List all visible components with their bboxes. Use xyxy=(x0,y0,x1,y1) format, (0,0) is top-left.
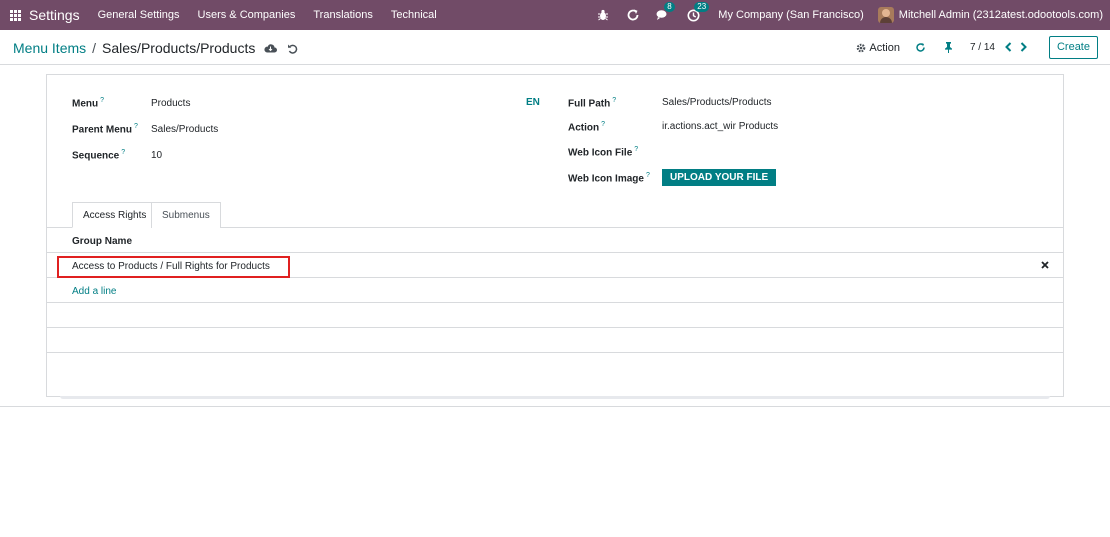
debug-bug-icon[interactable] xyxy=(594,6,612,24)
action-menu-button[interactable]: Action xyxy=(856,42,900,54)
breadcrumb-menu-items[interactable]: Menu Items xyxy=(13,40,86,56)
menu-users-companies[interactable]: Users & Companies xyxy=(198,9,296,21)
add-a-line-link[interactable]: Add a line xyxy=(72,286,116,297)
pager-value[interactable]: 7 / 14 xyxy=(970,42,995,53)
content-divider xyxy=(0,406,1110,407)
language-button[interactable]: EN xyxy=(526,97,540,108)
menu-input[interactable]: Products xyxy=(151,98,190,109)
refresh-icon[interactable] xyxy=(624,6,642,24)
save-cloud-icon[interactable] xyxy=(263,41,277,55)
menu-label: Menu? xyxy=(72,97,105,110)
tab-submenus[interactable]: Submenus xyxy=(151,202,221,228)
messages-count-badge: 8 xyxy=(664,2,675,12)
activities-count-badge: 23 xyxy=(694,2,710,12)
menu-translations[interactable]: Translations xyxy=(313,9,373,21)
pager-previous-chevron-icon[interactable] xyxy=(1005,40,1012,55)
highlight-annotation-box xyxy=(57,256,290,278)
app-brand[interactable]: Settings xyxy=(29,7,80,23)
pager-next-chevron-icon[interactable] xyxy=(1020,40,1027,55)
form-sheet: Menu? Products EN Parent Menu? Sales/Pro… xyxy=(46,74,1064,397)
notebook-tabs: Access Rights Submenus xyxy=(47,202,1063,228)
apps-menu-icon[interactable] xyxy=(10,9,21,21)
sheet-shadow xyxy=(60,396,1050,399)
web-icon-file-label: Web Icon File? xyxy=(568,146,639,159)
upload-file-button[interactable]: UPLOAD YOUR FILE xyxy=(662,169,777,186)
help-tooltip-icon[interactable]: ? xyxy=(121,149,125,156)
help-tooltip-icon[interactable]: ? xyxy=(134,123,138,130)
control-panel: Menu Items / Sales/Products/Products Act… xyxy=(0,30,1110,65)
delete-row-icon[interactable] xyxy=(1041,260,1049,272)
breadcrumb: Menu Items / Sales/Products/Products xyxy=(13,40,299,56)
sync-icon[interactable] xyxy=(914,41,928,55)
add-line-row: Add a line xyxy=(47,278,1063,303)
menu-technical[interactable]: Technical xyxy=(391,9,437,21)
action-field-label: Action? xyxy=(568,121,606,134)
empty-row xyxy=(47,303,1063,328)
pin-icon[interactable] xyxy=(942,41,956,55)
top-navbar: Settings General Settings Users & Compan… xyxy=(0,0,1110,30)
sequence-label: Sequence? xyxy=(72,149,126,162)
menu-general-settings[interactable]: General Settings xyxy=(98,9,180,21)
column-header-group-name[interactable]: Group Name xyxy=(72,236,132,247)
messages-icon[interactable]: 8 xyxy=(654,2,675,24)
help-tooltip-icon[interactable]: ? xyxy=(612,97,616,104)
action-menu-label: Action xyxy=(869,41,900,54)
gear-icon xyxy=(857,43,866,52)
company-switcher[interactable]: My Company (San Francisco) xyxy=(718,9,864,21)
breadcrumb-separator: / xyxy=(92,40,97,56)
discard-undo-icon[interactable] xyxy=(285,41,299,55)
full-path-label: Full Path? xyxy=(568,97,617,110)
full-path-value: Sales/Products/Products xyxy=(662,97,772,108)
create-button[interactable]: Create xyxy=(1048,36,1098,59)
help-tooltip-icon[interactable]: ? xyxy=(634,146,638,153)
parent-menu-label: Parent Menu? xyxy=(72,123,138,136)
web-icon-image-label: Web Icon Image? xyxy=(568,172,650,185)
activities-clock-icon[interactable]: 23 xyxy=(684,2,710,24)
parent-menu-input[interactable]: Sales/Products xyxy=(151,124,218,135)
action-field-input[interactable]: ir.actions.act_wir Products xyxy=(662,121,778,132)
list-header: Group Name xyxy=(47,229,1063,253)
user-menu[interactable]: Mitchell Admin (2312atest.odootools.com) xyxy=(899,9,1103,21)
user-avatar[interactable] xyxy=(877,7,894,23)
help-tooltip-icon[interactable]: ? xyxy=(100,97,104,104)
tab-access-rights[interactable]: Access Rights xyxy=(72,202,158,228)
help-tooltip-icon[interactable]: ? xyxy=(646,172,650,179)
breadcrumb-current-record: Sales/Products/Products xyxy=(102,40,256,56)
help-tooltip-icon[interactable]: ? xyxy=(601,121,605,128)
sequence-input[interactable]: 10 xyxy=(151,150,162,161)
empty-row xyxy=(47,328,1063,353)
